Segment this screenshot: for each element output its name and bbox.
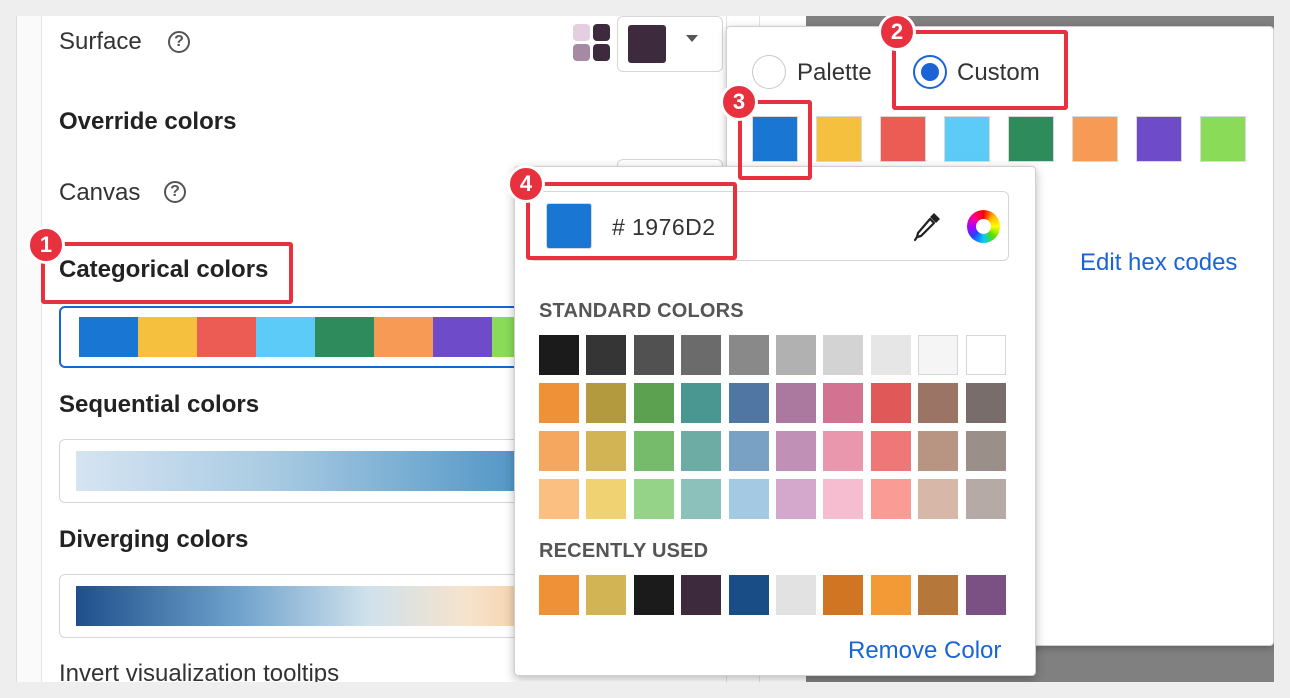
standard-color-swatch[interactable]: [728, 383, 769, 423]
eyedropper-icon[interactable]: [912, 209, 944, 245]
categorical-swatch: [374, 317, 433, 357]
standard-color-swatch[interactable]: [776, 431, 816, 471]
standard-color-swatch[interactable]: [586, 335, 627, 375]
recent-color-swatch[interactable]: [586, 575, 627, 615]
standard-color-swatch[interactable]: [586, 479, 627, 519]
categorical-color-strip: [79, 317, 551, 357]
mini-swatch: [593, 24, 610, 41]
surface-color-chip: [628, 25, 666, 63]
surface-help-icon[interactable]: ?: [168, 31, 190, 53]
custom-color-swatch[interactable]: [1072, 116, 1118, 162]
annotation-badge-1: 1: [27, 226, 65, 264]
custom-color-swatch[interactable]: [880, 116, 926, 162]
custom-color-swatch[interactable]: [1200, 116, 1246, 162]
standard-color-swatch[interactable]: [776, 479, 816, 519]
standard-color-swatch[interactable]: [918, 383, 959, 423]
sequential-colors-title: Sequential colors: [59, 391, 260, 418]
standard-color-swatch[interactable]: [870, 383, 911, 423]
standard-color-swatch[interactable]: [586, 383, 627, 423]
standard-color-swatch[interactable]: [918, 479, 959, 519]
color-wheel-icon[interactable]: [967, 210, 1000, 243]
recent-color-swatch[interactable]: [681, 575, 722, 615]
palette-radio[interactable]: [752, 55, 786, 89]
mini-swatch: [593, 44, 610, 61]
categorical-swatch: [79, 317, 138, 357]
canvas-label: Canvas: [59, 179, 141, 206]
standard-color-swatch[interactable]: [633, 479, 674, 519]
annotation-badge-3: 3: [720, 83, 758, 121]
recent-color-swatch[interactable]: [633, 575, 674, 615]
standard-color-swatch[interactable]: [539, 431, 579, 471]
custom-color-swatch[interactable]: [1008, 116, 1054, 162]
standard-color-swatch[interactable]: [823, 431, 864, 471]
recent-color-swatch[interactable]: [728, 575, 769, 615]
standard-color-swatch[interactable]: [965, 383, 1006, 423]
standard-color-swatch[interactable]: [681, 335, 722, 375]
standard-color-swatch[interactable]: [965, 335, 1006, 375]
remove-color-link[interactable]: Remove Color: [848, 637, 1001, 665]
annotation-box-4: [526, 182, 737, 260]
surface-mini-palette-icon[interactable]: [573, 24, 611, 62]
standard-color-swatch[interactable]: [918, 335, 959, 375]
canvas-help-icon[interactable]: ?: [164, 181, 186, 203]
surface-label: Surface: [59, 28, 142, 55]
edit-hex-codes-link[interactable]: Edit hex codes: [1080, 249, 1237, 277]
standard-color-swatch[interactable]: [776, 383, 816, 423]
standard-color-swatch[interactable]: [918, 431, 959, 471]
standard-color-swatch[interactable]: [823, 479, 864, 519]
standard-color-swatch[interactable]: [633, 335, 674, 375]
standard-color-swatch[interactable]: [870, 431, 911, 471]
color-wheel-center: [976, 219, 991, 234]
standard-color-swatch[interactable]: [965, 431, 1006, 471]
standard-color-swatch[interactable]: [870, 479, 911, 519]
standard-color-swatch[interactable]: [965, 479, 1006, 519]
standard-color-swatch[interactable]: [539, 383, 579, 423]
standard-color-swatch[interactable]: [633, 383, 674, 423]
standard-color-swatch[interactable]: [728, 431, 769, 471]
standard-color-swatch[interactable]: [728, 335, 769, 375]
custom-color-swatch[interactable]: [944, 116, 990, 162]
invert-tooltips-label: Invert visualization tooltips: [59, 660, 340, 682]
recent-color-swatch[interactable]: [965, 575, 1006, 615]
categorical-swatch: [433, 317, 492, 357]
left-gutter: [17, 16, 42, 682]
categorical-swatch: [197, 317, 256, 357]
standard-color-swatch[interactable]: [681, 431, 722, 471]
mini-swatch: [573, 24, 590, 41]
custom-color-swatch[interactable]: [816, 116, 862, 162]
custom-color-swatch[interactable]: [1136, 116, 1182, 162]
mini-swatch: [573, 44, 590, 61]
standard-color-swatch[interactable]: [681, 383, 722, 423]
categorical-swatch: [315, 317, 374, 357]
recent-color-swatch[interactable]: [539, 575, 579, 615]
override-colors-title: Override colors: [59, 108, 237, 135]
categorical-swatch: [256, 317, 315, 357]
standard-color-swatch[interactable]: [539, 335, 579, 375]
recent-color-swatch[interactable]: [918, 575, 959, 615]
palette-label: Palette: [797, 59, 872, 86]
recently-used-heading: RECENTLY USED: [539, 540, 709, 562]
surface-color-dropdown[interactable]: [617, 16, 723, 72]
categorical-swatch: [138, 317, 197, 357]
standard-color-swatch[interactable]: [823, 335, 864, 375]
standard-colors-heading: STANDARD COLORS: [539, 300, 744, 322]
chevron-down-icon: [686, 35, 698, 42]
annotation-box-1: [41, 242, 293, 304]
settings-window: Surface ? Override colors Canvas ? Categ…: [16, 16, 1274, 682]
standard-color-swatch[interactable]: [633, 431, 674, 471]
recent-color-swatch[interactable]: [823, 575, 864, 615]
diverging-colors-title: Diverging colors: [59, 526, 249, 553]
standard-color-swatch[interactable]: [681, 479, 722, 519]
standard-color-swatch[interactable]: [776, 335, 816, 375]
recent-color-swatch[interactable]: [776, 575, 816, 615]
standard-color-swatch[interactable]: [586, 431, 627, 471]
standard-color-swatch[interactable]: [823, 383, 864, 423]
standard-color-swatch[interactable]: [539, 479, 579, 519]
annotation-badge-4: 4: [507, 165, 545, 203]
annotation-box-2: [892, 30, 1068, 110]
standard-color-swatch[interactable]: [728, 479, 769, 519]
recent-color-swatch[interactable]: [870, 575, 911, 615]
standard-color-swatch[interactable]: [870, 335, 911, 375]
